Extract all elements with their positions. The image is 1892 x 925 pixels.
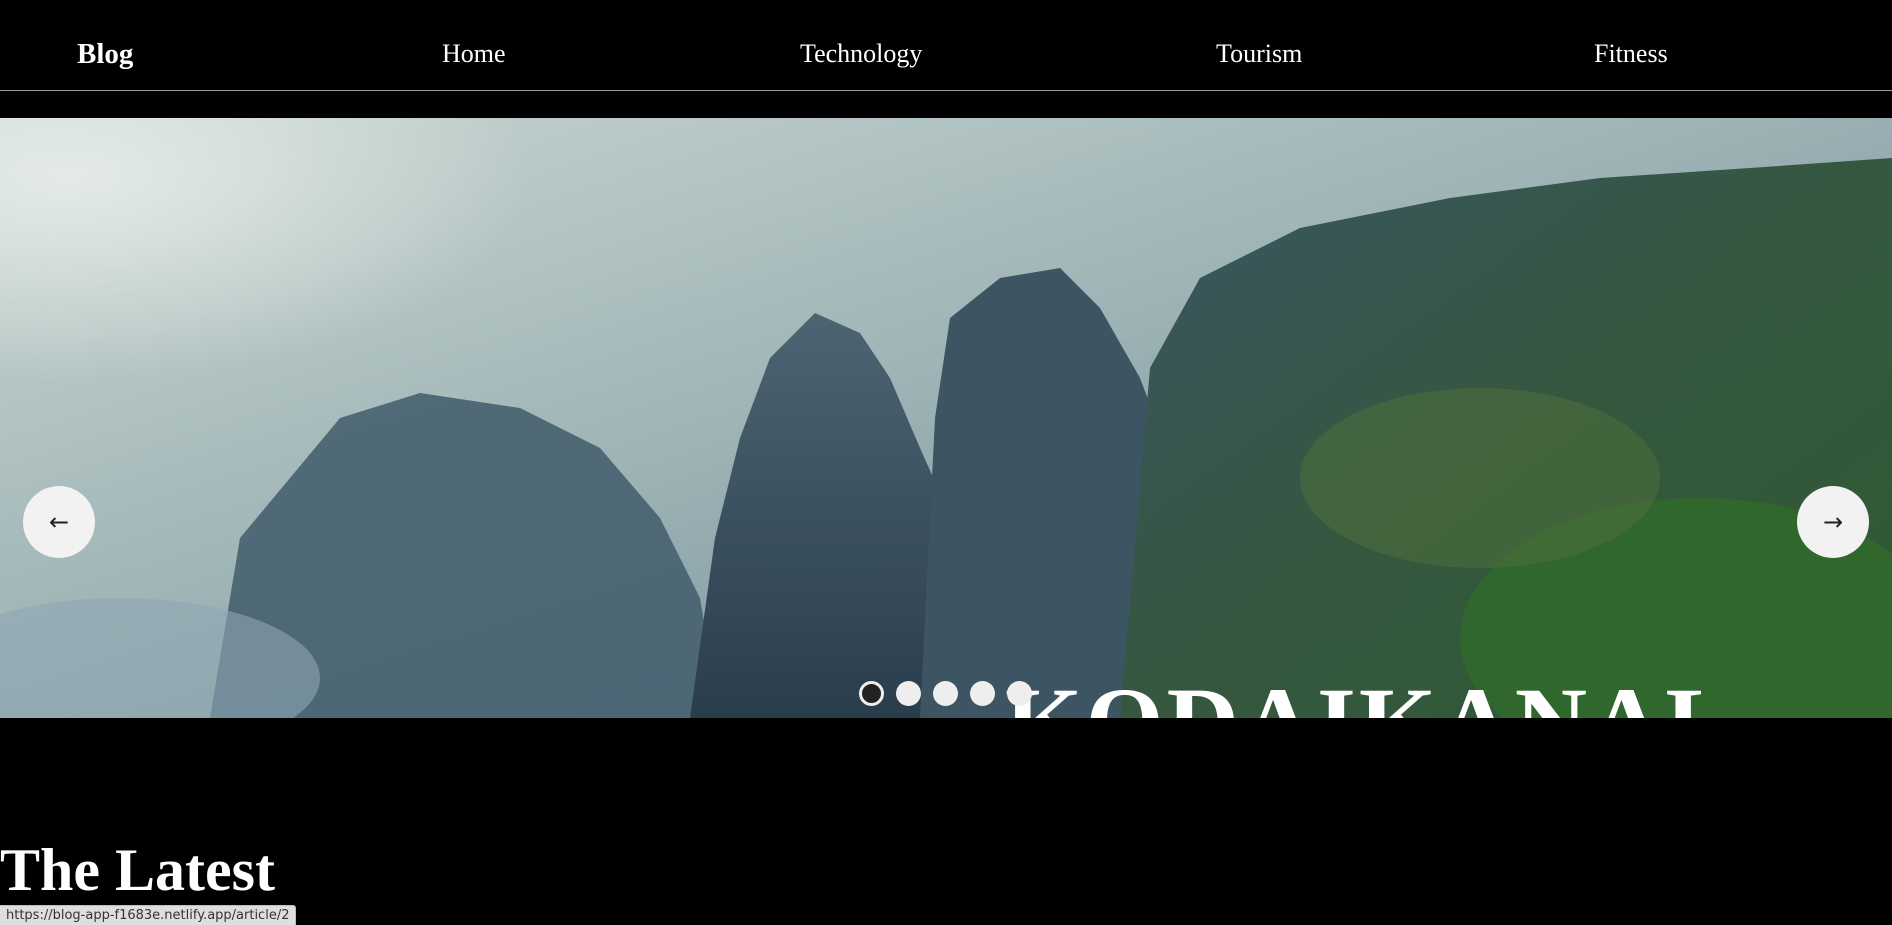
status-bar-url: https://blog-app-f1683e.netlify.app/arti… bbox=[0, 905, 297, 925]
navbar: Blog Home Technology Tourism Fitness bbox=[0, 0, 1892, 91]
carousel-dot-1[interactable] bbox=[859, 681, 884, 706]
brand-logo[interactable]: Blog bbox=[77, 36, 133, 72]
carousel-dots bbox=[859, 681, 1032, 706]
hero-carousel[interactable]: KODAIKANAL ← → bbox=[0, 118, 1892, 718]
arrow-left-icon: ← bbox=[48, 508, 70, 536]
carousel-dot-3[interactable] bbox=[933, 681, 958, 706]
nav-link-home[interactable]: Home bbox=[442, 36, 506, 72]
carousel-dot-2[interactable] bbox=[896, 681, 921, 706]
nav-link-technology[interactable]: Technology bbox=[800, 36, 922, 72]
section-heading-latest: The Latest bbox=[0, 837, 275, 903]
hero-image bbox=[0, 118, 1892, 718]
carousel-prev-button[interactable]: ← bbox=[23, 486, 95, 558]
page: Blog Home Technology Tourism Fitness ← →… bbox=[0, 0, 1892, 925]
carousel-dot-5[interactable] bbox=[1007, 681, 1032, 706]
carousel-dot-4[interactable] bbox=[970, 681, 995, 706]
nav-link-tourism[interactable]: Tourism bbox=[1216, 36, 1302, 72]
hero-title: KODAIKANAL bbox=[1005, 663, 1735, 718]
carousel-next-button[interactable]: → bbox=[1797, 486, 1869, 558]
arrow-right-icon: → bbox=[1822, 508, 1844, 536]
nav-link-fitness[interactable]: Fitness bbox=[1594, 36, 1668, 72]
